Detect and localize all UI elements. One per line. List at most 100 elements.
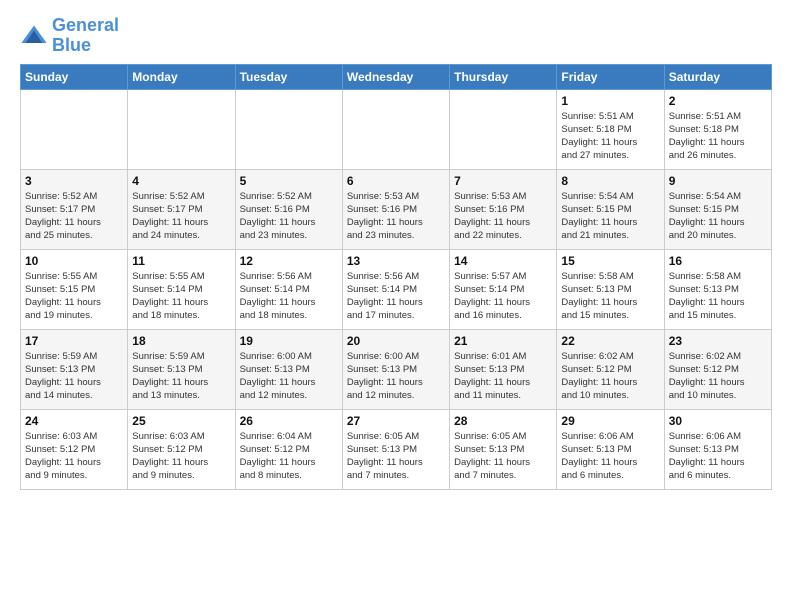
header-cell-monday: Monday — [128, 64, 235, 89]
day-number: 21 — [454, 334, 552, 348]
day-cell: 18 Sunrise: 5:59 AM Sunset: 5:13 PM Dayli… — [128, 329, 235, 409]
day-cell: 11 Sunrise: 5:55 AM Sunset: 5:14 PM Dayli… — [128, 249, 235, 329]
day-detail: Sunrise: 5:55 AM Sunset: 5:15 PM Dayligh… — [25, 270, 123, 323]
day-cell: 20Sunrise: 6:00 AM Sunset: 5:13 PM Dayli… — [342, 329, 449, 409]
day-cell: 17 Sunrise: 5:59 AM Sunset: 5:13 PM Dayli… — [21, 329, 128, 409]
day-cell: 2 Sunrise: 5:51 AM Sunset: 5:18 PM Daylig… — [664, 89, 771, 169]
day-detail: Sunrise: 6:05 AM Sunset: 5:13 PM Dayligh… — [347, 430, 445, 483]
day-number: 17 — [25, 334, 123, 348]
day-cell: 13Sunrise: 5:56 AM Sunset: 5:14 PM Dayli… — [342, 249, 449, 329]
day-number: 30 — [669, 414, 767, 428]
day-number: 5 — [240, 174, 338, 188]
day-detail: Sunrise: 5:52 AM Sunset: 5:17 PM Dayligh… — [132, 190, 230, 243]
header: General Blue — [20, 16, 772, 56]
day-number: 20 — [347, 334, 445, 348]
day-detail: Sunrise: 5:59 AM Sunset: 5:13 PM Dayligh… — [132, 350, 230, 403]
day-detail: Sunrise: 6:06 AM Sunset: 5:13 PM Dayligh… — [669, 430, 767, 483]
day-detail: Sunrise: 5:53 AM Sunset: 5:16 PM Dayligh… — [347, 190, 445, 243]
day-cell: 5 Sunrise: 5:52 AM Sunset: 5:16 PM Daylig… — [235, 169, 342, 249]
header-row: SundayMondayTuesdayWednesdayThursdayFrid… — [21, 64, 772, 89]
day-number: 13 — [347, 254, 445, 268]
header-cell-sunday: Sunday — [21, 64, 128, 89]
day-number: 6 — [347, 174, 445, 188]
week-row-3: 17 Sunrise: 5:59 AM Sunset: 5:13 PM Dayli… — [21, 329, 772, 409]
day-cell: 4 Sunrise: 5:52 AM Sunset: 5:17 PM Daylig… — [128, 169, 235, 249]
day-detail: Sunrise: 5:52 AM Sunset: 5:17 PM Dayligh… — [25, 190, 123, 243]
day-cell: 6 Sunrise: 5:53 AM Sunset: 5:16 PM Daylig… — [342, 169, 449, 249]
page: General Blue SundayMondayTuesdayWednesda… — [0, 0, 792, 500]
day-number: 24 — [25, 414, 123, 428]
day-number: 2 — [669, 94, 767, 108]
day-detail: Sunrise: 6:04 AM Sunset: 5:12 PM Dayligh… — [240, 430, 338, 483]
day-cell: 12Sunrise: 5:56 AM Sunset: 5:14 PM Dayli… — [235, 249, 342, 329]
day-number: 26 — [240, 414, 338, 428]
day-number: 14 — [454, 254, 552, 268]
day-cell — [21, 89, 128, 169]
week-row-1: 3Sunrise: 5:52 AM Sunset: 5:17 PM Daylig… — [21, 169, 772, 249]
day-detail: Sunrise: 6:02 AM Sunset: 5:12 PM Dayligh… — [561, 350, 659, 403]
day-number: 25 — [132, 414, 230, 428]
logo: General Blue — [20, 16, 119, 56]
calendar-table: SundayMondayTuesdayWednesdayThursdayFrid… — [20, 64, 772, 490]
day-detail: Sunrise: 6:03 AM Sunset: 5:12 PM Dayligh… — [25, 430, 123, 483]
day-cell: 26 Sunrise: 6:04 AM Sunset: 5:12 PM Dayli… — [235, 409, 342, 489]
day-detail: Sunrise: 6:01 AM Sunset: 5:13 PM Dayligh… — [454, 350, 552, 403]
day-detail: Sunrise: 5:57 AM Sunset: 5:14 PM Dayligh… — [454, 270, 552, 323]
day-detail: Sunrise: 6:00 AM Sunset: 5:13 PM Dayligh… — [240, 350, 338, 403]
day-detail: Sunrise: 5:51 AM Sunset: 5:18 PM Dayligh… — [669, 110, 767, 163]
day-cell: 1Sunrise: 5:51 AM Sunset: 5:18 PM Daylig… — [557, 89, 664, 169]
day-cell: 19 Sunrise: 6:00 AM Sunset: 5:13 PM Dayli… — [235, 329, 342, 409]
day-cell: 25Sunrise: 6:03 AM Sunset: 5:12 PM Dayli… — [128, 409, 235, 489]
logo-icon — [20, 22, 48, 50]
day-number: 29 — [561, 414, 659, 428]
day-detail: Sunrise: 5:53 AM Sunset: 5:16 PM Dayligh… — [454, 190, 552, 243]
day-cell: 16 Sunrise: 5:58 AM Sunset: 5:13 PM Dayli… — [664, 249, 771, 329]
day-detail: Sunrise: 6:05 AM Sunset: 5:13 PM Dayligh… — [454, 430, 552, 483]
day-number: 16 — [669, 254, 767, 268]
day-cell: 24 Sunrise: 6:03 AM Sunset: 5:12 PM Dayli… — [21, 409, 128, 489]
day-cell — [235, 89, 342, 169]
day-detail: Sunrise: 6:02 AM Sunset: 5:12 PM Dayligh… — [669, 350, 767, 403]
day-number: 7 — [454, 174, 552, 188]
day-cell: 27Sunrise: 6:05 AM Sunset: 5:13 PM Dayli… — [342, 409, 449, 489]
day-number: 10 — [25, 254, 123, 268]
day-number: 18 — [132, 334, 230, 348]
day-detail: Sunrise: 5:54 AM Sunset: 5:15 PM Dayligh… — [561, 190, 659, 243]
day-cell: 8 Sunrise: 5:54 AM Sunset: 5:15 PM Daylig… — [557, 169, 664, 249]
day-number: 4 — [132, 174, 230, 188]
day-detail: Sunrise: 5:51 AM Sunset: 5:18 PM Dayligh… — [561, 110, 659, 163]
day-number: 22 — [561, 334, 659, 348]
day-cell — [450, 89, 557, 169]
header-cell-wednesday: Wednesday — [342, 64, 449, 89]
day-cell: 15 Sunrise: 5:58 AM Sunset: 5:13 PM Dayli… — [557, 249, 664, 329]
day-number: 19 — [240, 334, 338, 348]
day-cell: 29 Sunrise: 6:06 AM Sunset: 5:13 PM Dayli… — [557, 409, 664, 489]
day-detail: Sunrise: 5:55 AM Sunset: 5:14 PM Dayligh… — [132, 270, 230, 323]
day-detail: Sunrise: 5:58 AM Sunset: 5:13 PM Dayligh… — [561, 270, 659, 323]
header-cell-friday: Friday — [557, 64, 664, 89]
day-number: 15 — [561, 254, 659, 268]
header-cell-tuesday: Tuesday — [235, 64, 342, 89]
day-detail: Sunrise: 5:52 AM Sunset: 5:16 PM Dayligh… — [240, 190, 338, 243]
day-cell: 28 Sunrise: 6:05 AM Sunset: 5:13 PM Dayli… — [450, 409, 557, 489]
day-number: 12 — [240, 254, 338, 268]
day-number: 11 — [132, 254, 230, 268]
week-row-4: 24 Sunrise: 6:03 AM Sunset: 5:12 PM Dayli… — [21, 409, 772, 489]
day-number: 8 — [561, 174, 659, 188]
day-detail: Sunrise: 6:06 AM Sunset: 5:13 PM Dayligh… — [561, 430, 659, 483]
day-cell: 10 Sunrise: 5:55 AM Sunset: 5:15 PM Dayli… — [21, 249, 128, 329]
day-cell: 14 Sunrise: 5:57 AM Sunset: 5:14 PM Dayli… — [450, 249, 557, 329]
day-cell — [128, 89, 235, 169]
day-cell: 30 Sunrise: 6:06 AM Sunset: 5:13 PM Dayli… — [664, 409, 771, 489]
day-detail: Sunrise: 5:59 AM Sunset: 5:13 PM Dayligh… — [25, 350, 123, 403]
day-detail: Sunrise: 5:58 AM Sunset: 5:13 PM Dayligh… — [669, 270, 767, 323]
day-number: 28 — [454, 414, 552, 428]
day-cell: 21 Sunrise: 6:01 AM Sunset: 5:13 PM Dayli… — [450, 329, 557, 409]
day-detail: Sunrise: 5:54 AM Sunset: 5:15 PM Dayligh… — [669, 190, 767, 243]
day-cell: 7 Sunrise: 5:53 AM Sunset: 5:16 PM Daylig… — [450, 169, 557, 249]
day-cell: 23 Sunrise: 6:02 AM Sunset: 5:12 PM Dayli… — [664, 329, 771, 409]
day-number: 23 — [669, 334, 767, 348]
day-cell: 9Sunrise: 5:54 AM Sunset: 5:15 PM Daylig… — [664, 169, 771, 249]
header-cell-saturday: Saturday — [664, 64, 771, 89]
logo-text: General — [52, 16, 119, 36]
